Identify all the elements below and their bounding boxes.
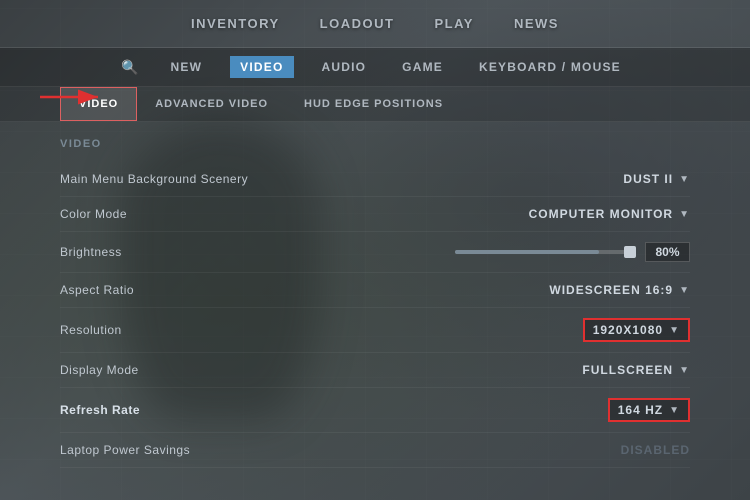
setting-label-background-scenery: Main Menu Background Scenery bbox=[60, 172, 248, 186]
setting-row-refresh-rate: Refresh Rate 164 HZ ▼ bbox=[60, 388, 690, 433]
setting-label-brightness: Brightness bbox=[60, 245, 122, 259]
setting-value-aspect-ratio[interactable]: WIDESCREEN 16:9 ▼ bbox=[549, 283, 690, 297]
tab-game[interactable]: GAME bbox=[394, 56, 451, 78]
setting-row-laptop-power: Laptop Power Savings DISABLED bbox=[60, 433, 690, 468]
setting-row-resolution: Resolution 1920X1080 ▼ bbox=[60, 308, 690, 353]
setting-label-aspect-ratio: Aspect Ratio bbox=[60, 283, 134, 297]
nav-item-loadout[interactable]: LOADOUT bbox=[320, 12, 395, 35]
tab-video[interactable]: VIDEO bbox=[230, 56, 293, 78]
top-navigation: INVENTORY LOADOUT PLAY NEWS bbox=[0, 0, 750, 48]
brightness-control[interactable]: 80% bbox=[455, 242, 690, 262]
search-icon[interactable]: 🔍 bbox=[121, 59, 138, 76]
settings-content: Video Main Menu Background Scenery DUST … bbox=[0, 122, 750, 484]
chevron-icon: ▼ bbox=[679, 174, 690, 185]
chevron-icon: ▼ bbox=[679, 209, 690, 220]
setting-value-display-mode[interactable]: FULLSCREEN ▼ bbox=[582, 363, 690, 377]
setting-value-laptop-power: DISABLED bbox=[621, 443, 690, 457]
tab-new[interactable]: NEW bbox=[163, 56, 211, 78]
setting-label-resolution: Resolution bbox=[60, 323, 122, 337]
brightness-slider-thumb[interactable] bbox=[624, 246, 636, 258]
setting-label-laptop-power: Laptop Power Savings bbox=[60, 443, 190, 457]
tab-audio[interactable]: AUDIO bbox=[314, 56, 375, 78]
sub-tab-advanced-video[interactable]: ADVANCED VIDEO bbox=[137, 88, 286, 120]
nav-item-news[interactable]: NEWS bbox=[514, 12, 559, 35]
tab-keyboard-mouse[interactable]: KEYBOARD / MOUSE bbox=[471, 56, 629, 78]
setting-value-background-scenery[interactable]: DUST II ▼ bbox=[623, 172, 690, 186]
setting-value-refresh-rate[interactable]: 164 HZ ▼ bbox=[608, 398, 690, 422]
chevron-icon: ▼ bbox=[679, 365, 690, 376]
setting-row-brightness: Brightness 80% bbox=[60, 232, 690, 273]
chevron-icon: ▼ bbox=[669, 405, 680, 416]
nav-item-inventory[interactable]: INVENTORY bbox=[191, 12, 280, 35]
setting-label-color-mode: Color Mode bbox=[60, 207, 127, 221]
brightness-slider-track[interactable] bbox=[455, 250, 635, 254]
sub-tabs-bar: VIDEO ADVANCED VIDEO HUD EDGE POSITIONS bbox=[0, 87, 750, 122]
brightness-value: 80% bbox=[645, 242, 690, 262]
section-label: Video bbox=[60, 138, 690, 150]
setting-row-color-mode: Color Mode COMPUTER MONITOR ▼ bbox=[60, 197, 690, 232]
setting-label-display-mode: Display Mode bbox=[60, 363, 139, 377]
sub-tab-hud-edge[interactable]: HUD EDGE POSITIONS bbox=[286, 88, 461, 120]
setting-row-background-scenery: Main Menu Background Scenery DUST II ▼ bbox=[60, 162, 690, 197]
brightness-slider-fill bbox=[455, 250, 599, 254]
setting-row-aspect-ratio: Aspect Ratio WIDESCREEN 16:9 ▼ bbox=[60, 273, 690, 308]
setting-value-resolution[interactable]: 1920X1080 ▼ bbox=[583, 318, 690, 342]
chevron-icon: ▼ bbox=[669, 325, 680, 336]
nav-item-play[interactable]: PLAY bbox=[434, 12, 473, 35]
setting-label-refresh-rate: Refresh Rate bbox=[60, 403, 140, 417]
setting-value-color-mode[interactable]: COMPUTER MONITOR ▼ bbox=[529, 207, 690, 221]
chevron-icon: ▼ bbox=[679, 285, 690, 296]
arrow-indicator bbox=[40, 86, 110, 108]
setting-row-display-mode: Display Mode FULLSCREEN ▼ bbox=[60, 353, 690, 388]
settings-tabs-bar: 🔍 NEW VIDEO AUDIO GAME KEYBOARD / MOUSE bbox=[0, 48, 750, 87]
